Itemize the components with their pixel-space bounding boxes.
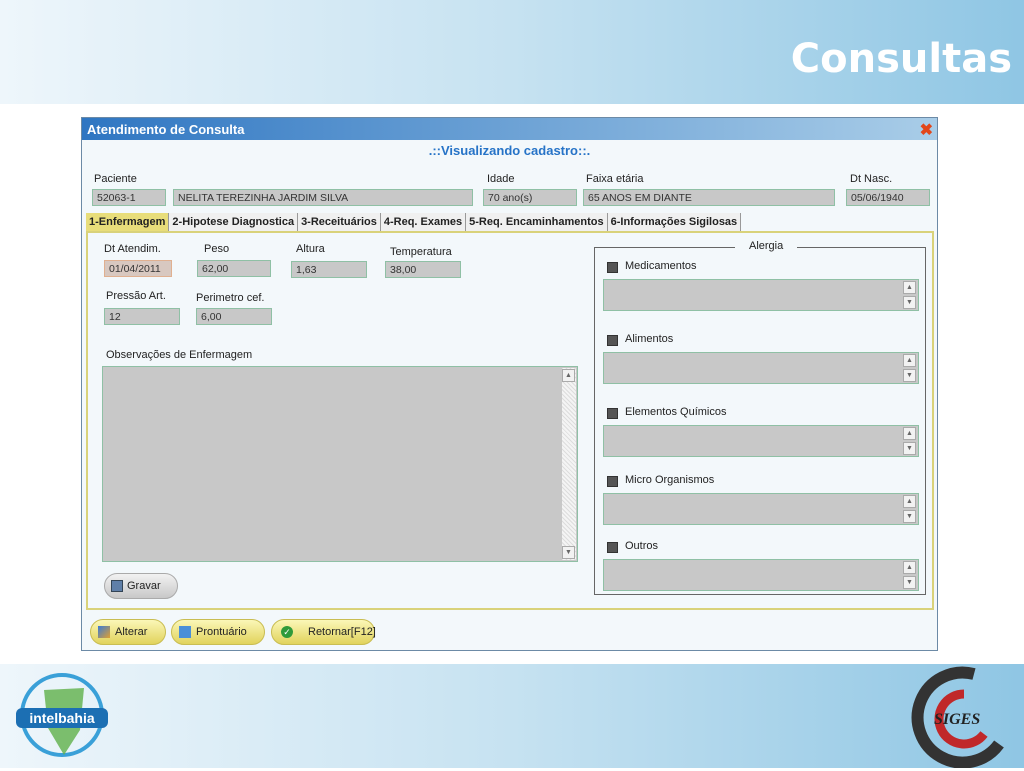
window-titlebar: Atendimento de Consulta	[82, 118, 937, 140]
alergia-item-label: Alimentos	[625, 333, 674, 345]
idade-label: Idade	[487, 173, 515, 185]
temp-field[interactable]: 38,00	[385, 261, 461, 278]
alergia-checkbox[interactable]	[607, 542, 618, 553]
scroll-up-icon[interactable]: ▲	[903, 495, 916, 508]
alergia-textarea[interactable]: ▲ ▼	[603, 352, 919, 384]
window-subtitle: .::Visualizando cadastro::.	[428, 143, 591, 158]
dt-field[interactable]: 01/04/2011	[104, 260, 172, 277]
gravar-button[interactable]: Gravar	[104, 573, 178, 599]
faixa-field[interactable]: 65 ANOS EM DIANTE	[583, 189, 835, 206]
alergia-item-label: Elementos Químicos	[625, 406, 727, 418]
alergia-title: Alergia	[735, 240, 798, 252]
alergia-group: Alergia Medicamentos ▲ ▼ Alimentos ▲ ▼ E…	[594, 240, 926, 595]
enfermagem-panel: Dt Atendim. 01/04/2011 Peso 62,00 Altura…	[86, 231, 934, 610]
pressao-label: Pressão Art.	[106, 290, 166, 302]
prontuario-button[interactable]: Prontuário	[171, 619, 265, 645]
peso-label: Peso	[204, 243, 230, 255]
temp-label: Temperatura	[390, 246, 452, 258]
scroll-down-icon[interactable]: ▼	[903, 296, 916, 309]
pressao-field[interactable]: 12	[104, 308, 180, 325]
svg-text:SIGES: SIGES	[934, 711, 980, 728]
peso-field[interactable]: 62,00	[197, 260, 271, 277]
retornar-label: Retornar[F12]	[308, 626, 376, 638]
faixa-label: Faixa etária	[586, 173, 644, 185]
alergia-checkbox[interactable]	[607, 476, 618, 487]
scroll-up-icon[interactable]: ▲	[903, 354, 916, 367]
svg-text:intelbahia: intelbahia	[29, 710, 95, 726]
alergia-checkbox[interactable]	[607, 408, 618, 419]
nasc-label: Dt Nasc.	[850, 173, 893, 185]
altura-label: Altura	[296, 243, 325, 255]
tab-receituarios[interactable]: 3-Receituários	[298, 213, 381, 231]
scroll-down-icon[interactable]: ▼	[903, 510, 916, 523]
alterar-button[interactable]: Alterar	[90, 619, 166, 645]
obs-label: Observações de Enfermagem	[106, 349, 253, 361]
alergia-item-label: Medicamentos	[625, 260, 697, 272]
scroll-up-icon[interactable]: ▲	[562, 369, 575, 382]
alergia-item-label: Outros	[625, 540, 659, 552]
tab-encaminhamentos[interactable]: 5-Req. Encaminhamentos	[466, 213, 608, 231]
tab-bar: 1-Enfermagem 2-Hipotese Diagnostica 3-Re…	[86, 213, 742, 231]
check-icon: ✓	[281, 626, 293, 638]
window-title: Atendimento de Consulta	[87, 122, 245, 137]
alterar-label: Alterar	[115, 626, 148, 638]
alergia-textarea[interactable]: ▲ ▼	[603, 493, 919, 525]
scroll-down-icon[interactable]: ▼	[903, 576, 916, 589]
obs-scrollbar[interactable]	[562, 368, 576, 560]
tab-exames[interactable]: 4-Req. Exames	[380, 213, 467, 231]
gravar-label: Gravar	[127, 580, 161, 592]
alergia-checkbox[interactable]	[607, 335, 618, 346]
altura-field[interactable]: 1,63	[291, 261, 367, 278]
alergia-item-label: Micro Organismos	[625, 474, 715, 486]
tab-enfermagem[interactable]: 1-Enfermagem	[86, 213, 170, 231]
scroll-down-icon[interactable]: ▼	[903, 442, 916, 455]
scroll-down-icon[interactable]: ▼	[903, 369, 916, 382]
alergia-checkbox[interactable]	[607, 262, 618, 273]
tab-sigilosas[interactable]: 6-Informações Sigilosas	[607, 213, 742, 231]
consulta-window: Atendimento de Consulta ✖ .::Visualizand…	[81, 117, 938, 651]
scroll-up-icon[interactable]: ▲	[903, 281, 916, 294]
slide-title: Consultas	[790, 36, 1012, 82]
intelbahia-logo: intelbahia	[14, 670, 110, 760]
scroll-up-icon[interactable]: ▲	[903, 427, 916, 440]
close-icon[interactable]: ✖	[920, 120, 933, 140]
perim-label: Perimetro cef.	[196, 292, 265, 304]
edit-icon	[98, 626, 110, 638]
patient-name-field[interactable]: NELITA TEREZINHA JARDIM SILVA	[173, 189, 473, 206]
header-band: Consultas	[0, 0, 1024, 104]
obs-textarea[interactable]: ▲ ▼	[102, 366, 578, 562]
alergia-textarea[interactable]: ▲ ▼	[603, 425, 919, 457]
document-icon	[179, 626, 191, 638]
scroll-up-icon[interactable]: ▲	[903, 561, 916, 574]
scroll-down-icon[interactable]: ▼	[562, 546, 575, 559]
siges-logo: SIGES	[904, 664, 1012, 769]
prontuario-label: Prontuário	[196, 626, 247, 638]
save-icon	[111, 580, 123, 592]
tab-hipotese[interactable]: 2-Hipotese Diagnostica	[169, 213, 299, 231]
paciente-label: Paciente	[94, 173, 137, 185]
footer-band: intelbahia SIGES	[0, 664, 1024, 769]
retornar-button[interactable]: ✓ Retornar[F12]	[271, 619, 376, 645]
alergia-textarea[interactable]: ▲ ▼	[603, 279, 919, 311]
alergia-textarea[interactable]: ▲ ▼	[603, 559, 919, 591]
nasc-field[interactable]: 05/06/1940	[846, 189, 930, 206]
perim-field[interactable]: 6,00	[196, 308, 272, 325]
idade-field[interactable]: 70 ano(s)	[483, 189, 577, 206]
dt-label: Dt Atendim.	[104, 243, 161, 255]
patient-code-field[interactable]: 52063-1	[92, 189, 166, 206]
